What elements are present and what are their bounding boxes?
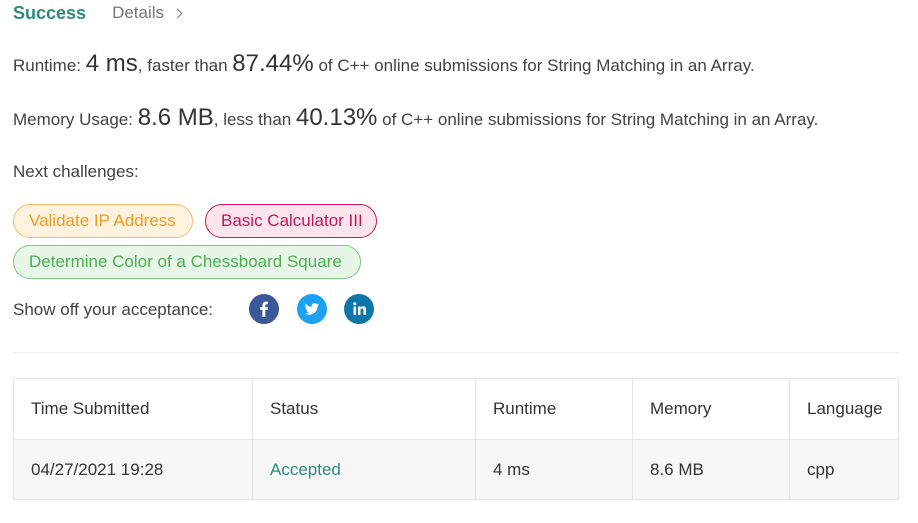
next-challenges-label: Next challenges: — [13, 162, 139, 181]
status-title: Success — [13, 2, 87, 23]
column-header-status: Status — [252, 379, 475, 439]
submission-memory: 8.6 MB — [632, 440, 789, 500]
share-label: Show off your acceptance: — [13, 300, 214, 319]
memory-value: 8.6 MB — [137, 104, 214, 131]
challenge-pill-basic-calculator[interactable]: Basic Calculator III — [205, 204, 377, 238]
memory-label: Memory Usage: — [13, 110, 133, 129]
memory-comparison: , less than — [213, 110, 292, 129]
memory-percent: 40.13% — [295, 104, 378, 131]
challenge-pill-chessboard[interactable]: Determine Color of a Chessboard Square — [13, 245, 361, 279]
column-header-runtime: Runtime — [475, 379, 632, 439]
runtime-label: Runtime: — [13, 56, 82, 75]
submissions-table: Time Submitted Status Runtime Memory Lan… — [13, 378, 899, 500]
runtime-value: 4 ms — [85, 50, 138, 77]
twitter-icon[interactable] — [297, 294, 327, 324]
column-header-time: Time Submitted — [31, 399, 150, 418]
result-header: Success Details — [13, 2, 183, 24]
table-row: 04/27/2021 19:28 Accepted 4 ms 8.6 MB cp… — [14, 439, 898, 500]
submission-runtime: 4 ms — [475, 440, 632, 500]
facebook-icon[interactable] — [249, 294, 279, 324]
challenge-pill-validate-ip[interactable]: Validate IP Address — [13, 204, 193, 238]
submission-time: 04/27/2021 19:28 — [31, 460, 164, 479]
runtime-suffix: of C++ online submissions for String Mat… — [318, 56, 755, 75]
runtime-comparison: , faster than — [137, 56, 228, 75]
memory-stat: Memory Usage: 8.6 MB, less than 40.13% o… — [13, 104, 818, 132]
runtime-percent: 87.44% — [232, 50, 314, 77]
column-header-language: Language — [789, 379, 898, 439]
submission-status-link[interactable]: Accepted — [252, 440, 475, 500]
section-divider — [13, 352, 899, 353]
memory-suffix: of C++ online submissions for String Mat… — [382, 110, 819, 129]
runtime-stat: Runtime: 4 ms, faster than 87.44% of C++… — [13, 50, 755, 78]
column-header-memory: Memory — [632, 379, 789, 439]
submission-language: cpp — [789, 440, 898, 500]
details-label: Details — [112, 3, 165, 22]
linkedin-icon[interactable] — [344, 294, 374, 324]
chevron-right-icon — [172, 8, 183, 19]
details-link[interactable]: Details — [112, 3, 183, 23]
table-header-row: Time Submitted Status Runtime Memory Lan… — [14, 379, 898, 439]
